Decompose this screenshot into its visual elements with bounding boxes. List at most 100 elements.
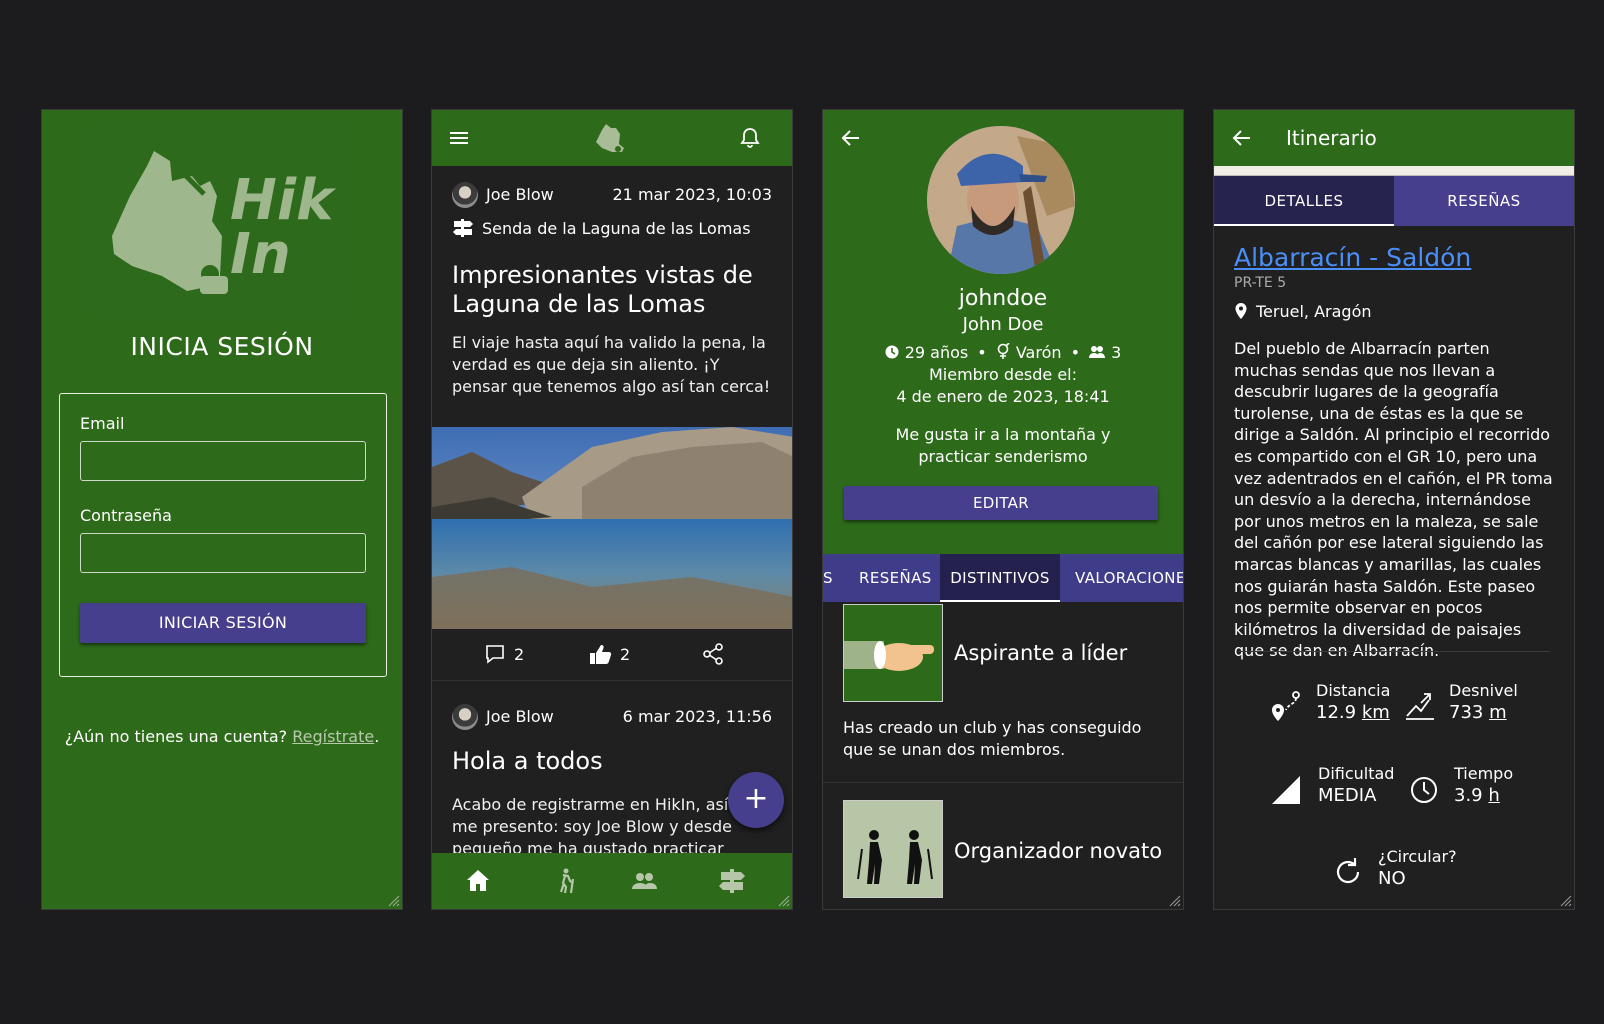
signpost-nav-icon[interactable] [718, 867, 746, 895]
time-label: Tiempo [1454, 764, 1514, 783]
resize-grip-icon[interactable] [1560, 895, 1572, 907]
edit-profile-button[interactable]: EDITAR [844, 486, 1158, 520]
password-label: Contraseña [80, 506, 172, 525]
profile-header: johndoe John Doe 29 años • Varón • 3 Mie… [823, 110, 1183, 554]
avatar[interactable] [452, 182, 478, 208]
logo-wordmark: Hik In [230, 168, 334, 287]
tab-reviews[interactable]: RESEÑAS [1394, 176, 1574, 226]
route-code: PR-TE 5 [1234, 275, 1287, 291]
post-date: 6 mar 2023, 11:56 [622, 707, 772, 726]
login-title: INICIA SESIÓN [130, 332, 314, 361]
post-title: Impresionantes vistas de Laguna de las L… [452, 261, 753, 318]
profile-screen: johndoe John Doe 29 años • Varón • 3 Mie… [822, 109, 1184, 910]
post-trail[interactable]: Senda de la Laguna de las Lomas [452, 218, 751, 238]
tab-badges[interactable]: DISTINTIVOS [940, 554, 1060, 602]
location-pin-icon [1234, 302, 1248, 320]
back-arrow-icon[interactable] [1230, 126, 1254, 150]
hikin-logo: Hik In [92, 126, 354, 314]
circular-value: NO [1378, 868, 1406, 889]
resize-grip-icon[interactable] [1169, 895, 1181, 907]
email-field[interactable] [80, 441, 366, 481]
bottom-nav [432, 853, 792, 909]
elevation-icon [1404, 690, 1436, 722]
bell-icon[interactable] [738, 126, 762, 150]
post-date: 21 mar 2023, 10:03 [612, 185, 773, 204]
login-button[interactable]: INICIAR SESIÓN [80, 603, 366, 643]
itinerary-screen: Itinerario DETALLES RESEÑAS Albarracín -… [1213, 109, 1575, 910]
share-icon[interactable] [702, 642, 724, 666]
resize-grip-icon[interactable] [388, 895, 400, 907]
badge-name: Organizador novato [954, 839, 1163, 863]
hikin-logo-small[interactable] [592, 120, 630, 156]
profile-friends-count: 3 [1111, 343, 1122, 362]
friends-icon [1089, 344, 1106, 358]
profile-bio: Me gusta ir a la montaña y practicar sen… [895, 425, 1111, 466]
avatar[interactable] [452, 704, 478, 730]
difficulty-label: Dificultad [1318, 764, 1395, 783]
back-arrow-icon[interactable] [839, 126, 863, 150]
screen-title: Itinerario [1286, 126, 1377, 150]
route-title[interactable]: Albarracín - Saldón [1234, 243, 1471, 272]
distance-value: 12.9 km [1316, 702, 1390, 723]
signup-prompt: ¿Aún no tienes una cuenta? Regístrate. [64, 727, 380, 746]
profile-username: johndoe [958, 286, 1048, 311]
comment-count: 2 [514, 645, 525, 664]
post-author[interactable]: Joe Blow [486, 185, 554, 204]
signup-text: ¿Aún no tienes una cuenta? [64, 727, 288, 746]
signup-link[interactable]: Regístrate [292, 727, 374, 746]
app-bar: Itinerario [1214, 110, 1574, 166]
add-post-button[interactable]: + [728, 772, 784, 828]
profile-avatar[interactable] [927, 126, 1075, 274]
post-body: Acabo de registrarme en HikIn, así que m… [452, 795, 764, 854]
time-value: 3.9 h [1454, 785, 1500, 806]
pointing-hand-icon [843, 604, 943, 702]
divider [1238, 651, 1550, 652]
resize-grip-icon[interactable] [778, 895, 790, 907]
home-icon[interactable] [464, 867, 492, 895]
menu-icon[interactable] [448, 128, 470, 148]
circular-label: ¿Circular? [1378, 847, 1457, 866]
post-header: Joe Blow 6 mar 2023, 11:56 [452, 704, 772, 730]
comment-icon [484, 643, 506, 665]
elevation-value: 733 m [1449, 702, 1507, 723]
tab-reviews[interactable]: RESEÑAS [859, 554, 932, 602]
post-header: Joe Blow 21 mar 2023, 10:03 [452, 182, 772, 208]
profile-stats: 29 años • Varón • 3 [823, 342, 1183, 362]
clock-icon [1408, 774, 1440, 806]
thumbs-up-icon [588, 643, 612, 665]
like-button[interactable]: 2 [588, 643, 630, 665]
people-icon[interactable] [630, 867, 658, 895]
badge-description: Has creado un club y has conseguido que … [843, 718, 1142, 759]
post-photo[interactable] [432, 427, 792, 629]
post-actions: 2 2 [432, 629, 792, 681]
profile-fullname: John Doe [962, 314, 1044, 335]
tab-details[interactable]: DETALLES [1214, 176, 1394, 226]
trail-name: Senda de la Laguna de las Lomas [482, 219, 751, 238]
profile-gender: Varón [1015, 343, 1062, 362]
location-text: Teruel, Aragón [1256, 302, 1372, 321]
login-screen: Hik In INICIA SESIÓN Email Contraseña IN… [41, 109, 403, 910]
difficulty-icon [1270, 774, 1302, 806]
tab-clubs[interactable]: S [823, 554, 833, 602]
post-body: El viaje hasta aquí ha valido la pena, l… [452, 333, 771, 396]
tab-ratings[interactable]: VALORACIONE [1075, 554, 1183, 602]
like-count: 2 [620, 645, 631, 664]
itinerary-tabs: DETALLES RESEÑAS [1214, 176, 1574, 226]
gender-icon [996, 342, 1010, 359]
hiker-icon[interactable] [552, 867, 580, 895]
password-field[interactable] [80, 533, 366, 573]
route-description: Del pueblo de Albarracín parten muchas s… [1234, 339, 1553, 661]
map-strip[interactable] [1214, 166, 1574, 176]
comment-button[interactable]: 2 [484, 643, 524, 665]
hikers-icon [843, 800, 943, 898]
member-since-date: 4 de enero de 2023, 18:41 [896, 387, 1110, 406]
elevation-label: Desnivel [1449, 681, 1518, 700]
post-author[interactable]: Joe Blow [486, 707, 554, 726]
route-location: Teruel, Aragón [1234, 302, 1372, 321]
circular-route-icon [1332, 856, 1364, 888]
post-title: Hola a todos [452, 747, 603, 775]
distance-icon [1270, 690, 1302, 722]
login-form: Email Contraseña INICIAR SESIÓN [59, 393, 387, 677]
app-bar [432, 110, 792, 166]
badge-name: Aspirante a líder [954, 641, 1128, 665]
